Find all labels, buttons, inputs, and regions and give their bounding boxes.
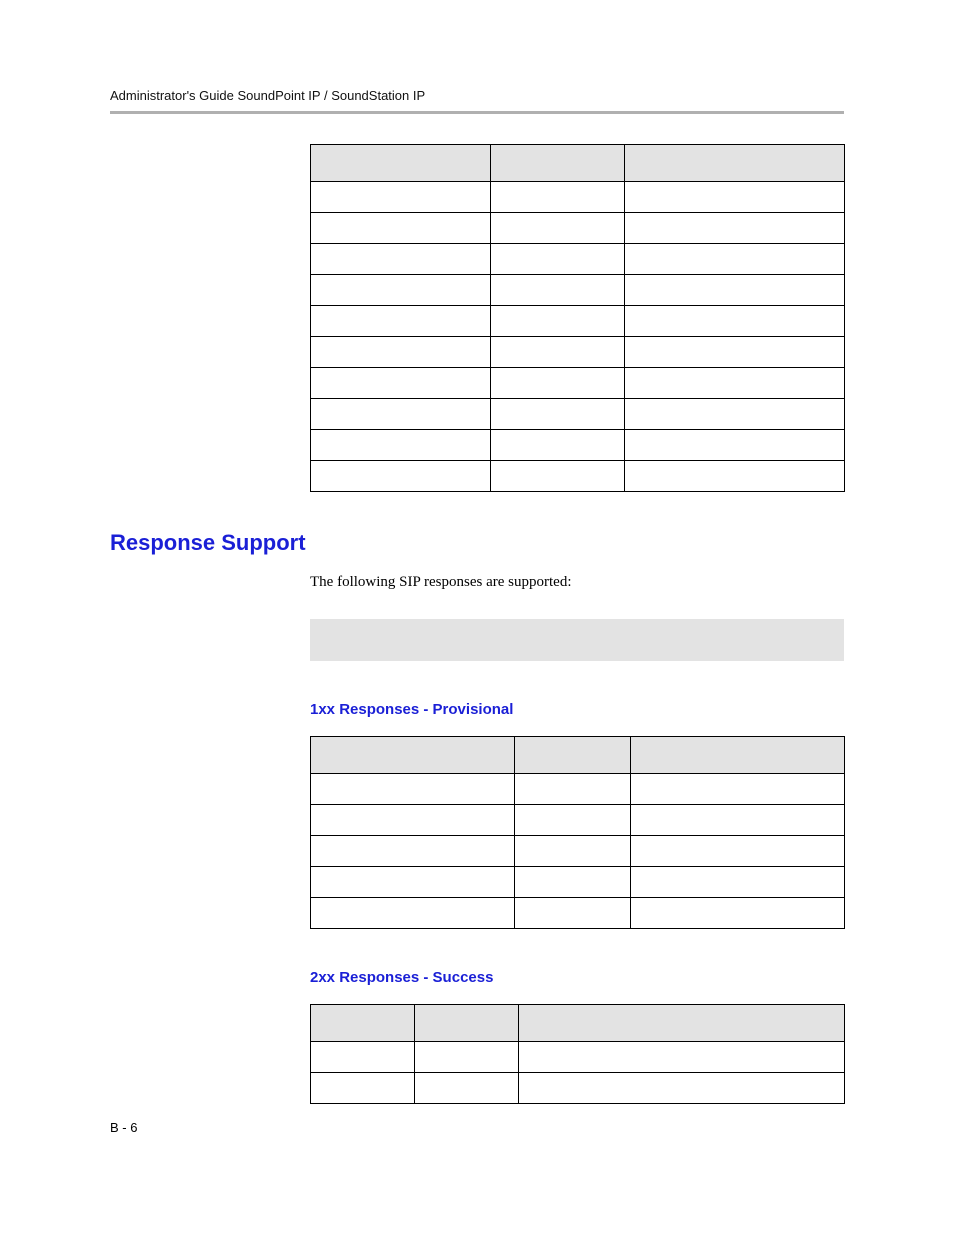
col-header: [491, 145, 625, 182]
cell: [311, 306, 491, 337]
cell: [631, 867, 845, 898]
cell: [515, 867, 631, 898]
cell: [631, 836, 845, 867]
cell: [625, 399, 845, 430]
cell: [311, 275, 491, 306]
cell: [491, 430, 625, 461]
running-header: Administrator's Guide SoundPoint IP / So…: [110, 88, 844, 103]
sub-heading-2xx: 2xx Responses - Success: [310, 969, 844, 986]
header-rule: [110, 111, 844, 114]
cell: [311, 1073, 415, 1104]
col-header: [415, 1005, 519, 1042]
cell: [515, 898, 631, 929]
table-row: [311, 430, 845, 461]
cell: [519, 1042, 845, 1073]
table-row: [311, 337, 845, 368]
table-row: [311, 368, 845, 399]
cell: [625, 461, 845, 492]
cell: [311, 368, 491, 399]
table-row: [311, 805, 845, 836]
table-row: [311, 399, 845, 430]
cell: [491, 368, 625, 399]
table-row: [311, 306, 845, 337]
cell: [311, 805, 515, 836]
cell: [625, 306, 845, 337]
cell: [625, 337, 845, 368]
table-row: [311, 867, 845, 898]
cell: [415, 1042, 519, 1073]
table-header-row: [311, 1005, 845, 1042]
cell: [311, 399, 491, 430]
page-number: B - 6: [110, 1120, 137, 1135]
response-support-heading: Response Support: [110, 530, 844, 556]
cell: [625, 275, 845, 306]
cell: [311, 898, 515, 929]
col-header: [631, 737, 845, 774]
cell: [515, 805, 631, 836]
cell: [625, 430, 845, 461]
cell: [491, 399, 625, 430]
cell: [415, 1073, 519, 1104]
cell: [491, 213, 625, 244]
col-header: [515, 737, 631, 774]
table-header-row: [311, 145, 845, 182]
cell: [625, 368, 845, 399]
page: Administrator's Guide SoundPoint IP / So…: [0, 0, 954, 1235]
col-header: [311, 145, 491, 182]
cell: [491, 244, 625, 275]
col-header: [311, 737, 515, 774]
table-row: [311, 182, 845, 213]
response-support-body: The following SIP responses are supporte…: [310, 574, 844, 1104]
responses-1xx-table: [310, 736, 845, 929]
cell: [311, 244, 491, 275]
col-header: [625, 145, 845, 182]
responses-2xx-table: [310, 1004, 845, 1104]
cell: [311, 430, 491, 461]
cell: [519, 1073, 845, 1104]
cell: [311, 337, 491, 368]
sub-heading-1xx: 1xx Responses - Provisional: [310, 701, 844, 718]
table-header-row: [311, 737, 845, 774]
headers-table-wrap: [310, 144, 844, 492]
cell: [311, 836, 515, 867]
cell: [311, 213, 491, 244]
table-row: [311, 461, 845, 492]
table-row: [311, 898, 845, 929]
cell: [625, 244, 845, 275]
table-row: [311, 836, 845, 867]
table-row: [311, 275, 845, 306]
cell: [515, 836, 631, 867]
table-row: [311, 1042, 845, 1073]
table-row: [311, 244, 845, 275]
table-row: [311, 213, 845, 244]
cell: [625, 182, 845, 213]
cell: [491, 306, 625, 337]
response-support-intro: The following SIP responses are supporte…: [310, 574, 844, 591]
cell: [311, 1042, 415, 1073]
cell: [631, 898, 845, 929]
cell: [491, 275, 625, 306]
col-header: [519, 1005, 845, 1042]
cell: [311, 774, 515, 805]
note-box: [310, 619, 844, 661]
cell: [491, 337, 625, 368]
cell: [311, 182, 491, 213]
col-header: [311, 1005, 415, 1042]
cell: [491, 461, 625, 492]
headers-table: [310, 144, 845, 492]
cell: [311, 461, 491, 492]
cell: [491, 182, 625, 213]
cell: [311, 867, 515, 898]
table-row: [311, 1073, 845, 1104]
table-row: [311, 774, 845, 805]
cell: [631, 805, 845, 836]
cell: [515, 774, 631, 805]
cell: [631, 774, 845, 805]
cell: [625, 213, 845, 244]
